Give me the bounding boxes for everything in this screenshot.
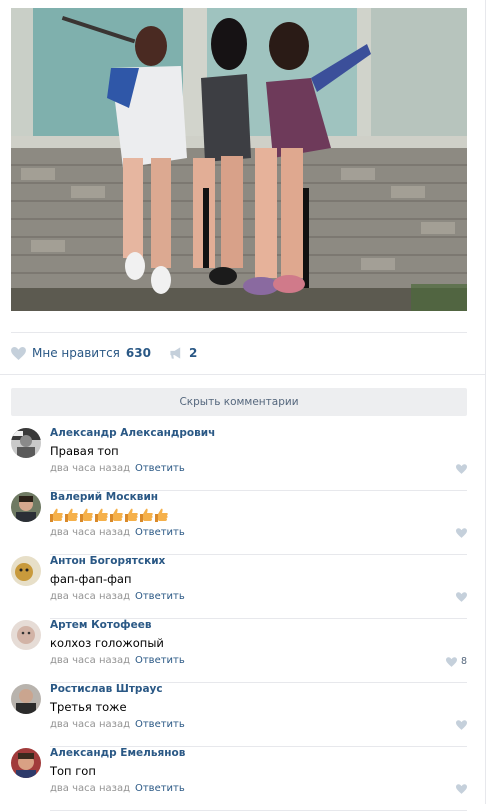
comment-like-button[interactable] [456,784,467,794]
comment-time[interactable]: два часа назад [50,719,130,730]
comment-like-button[interactable] [456,592,467,602]
heart-icon [456,720,467,730]
comment-meta: два часа назад Ответить [50,591,185,602]
comment-meta: два часа назад Ответить [50,655,185,666]
reply-button[interactable]: Ответить [135,655,185,666]
comment-item: Валерий Москвин два часа назад Ответить [11,491,467,555]
heart-icon [456,528,467,538]
avatar[interactable] [11,556,41,586]
heart-icon [445,656,457,667]
comment-time[interactable]: два часа назад [50,527,130,538]
reply-button[interactable]: Ответить [135,719,185,730]
comment-text: Топ гоп [50,764,96,778]
comment-item: Александр Емельянов Топ гоп два часа наз… [11,747,467,811]
comment-author[interactable]: Антон Богорятских [50,555,165,567]
comment-item: Ростислав Штраус Третья тоже два часа на… [11,683,467,747]
heart-icon [456,784,467,794]
comment-text: колхоз голожопый [50,636,164,650]
comment-author[interactable]: Александр Емельянов [50,747,185,759]
comment-text: фап-фап-фап [50,572,132,586]
avatar[interactable] [11,428,41,458]
comment-like-count: 8 [460,656,467,667]
megaphone-icon [170,347,181,359]
comment-like-button[interactable]: 8 [445,656,467,667]
comment-text [50,508,168,525]
like-button[interactable]: Мне нравится 630 [11,346,151,360]
comment-like-button[interactable] [456,464,467,474]
comment-time[interactable]: два часа назад [50,463,130,474]
comment-author[interactable]: Ростислав Штраус [50,683,163,695]
reply-button[interactable]: Ответить [135,463,185,474]
comment-author[interactable]: Валерий Москвин [50,491,158,503]
comment-text: Третья тоже [50,700,127,714]
share-button[interactable]: 2 [169,346,197,360]
share-count: 2 [188,346,198,360]
avatar[interactable] [11,492,41,522]
avatar[interactable] [11,748,41,778]
comment-like-button[interactable] [456,528,467,538]
comment-author[interactable]: Александр Александрович [50,427,215,439]
reply-button[interactable]: Ответить [135,591,185,602]
divider [11,332,467,333]
divider [0,374,486,375]
heart-icon [456,592,467,602]
comment-item: Антон Богорятских фап-фап-фап два часа н… [11,555,467,619]
like-count: 630 [125,346,151,360]
reply-button[interactable]: Ответить [135,783,185,794]
comment-item: Александр Александрович Правая топ два ч… [11,427,467,491]
heart-icon [11,346,26,360]
comment-time[interactable]: два часа назад [50,591,130,602]
post-actions-bar: Мне нравится 630 2 [11,343,197,363]
avatar[interactable] [11,684,41,714]
comment-meta: два часа назад Ответить [50,783,185,794]
thumbs-up-emoji-row [50,508,168,522]
hide-comments-button[interactable]: Скрыть комментарии [11,388,467,416]
comment-author[interactable]: Артем Котофеев [50,619,152,631]
comment-time[interactable]: два часа назад [50,655,130,666]
comment-like-button[interactable] [456,720,467,730]
comment-meta: два часа назад Ответить [50,527,185,538]
like-label: Мне нравится [32,346,120,360]
reply-button[interactable]: Ответить [135,527,185,538]
comment-text: Правая топ [50,444,119,458]
post-frame: Мне нравится 630 2 Скрыть комментарии Ал… [0,0,486,811]
comment-meta: два часа назад Ответить [50,719,185,730]
avatar[interactable] [11,620,41,650]
comment-item: Артем Котофеев колхоз голожопый два часа… [11,619,467,683]
post-photo[interactable] [11,8,467,311]
heart-icon [456,464,467,474]
comment-time[interactable]: два часа назад [50,783,130,794]
comment-meta: два часа назад Ответить [50,463,185,474]
